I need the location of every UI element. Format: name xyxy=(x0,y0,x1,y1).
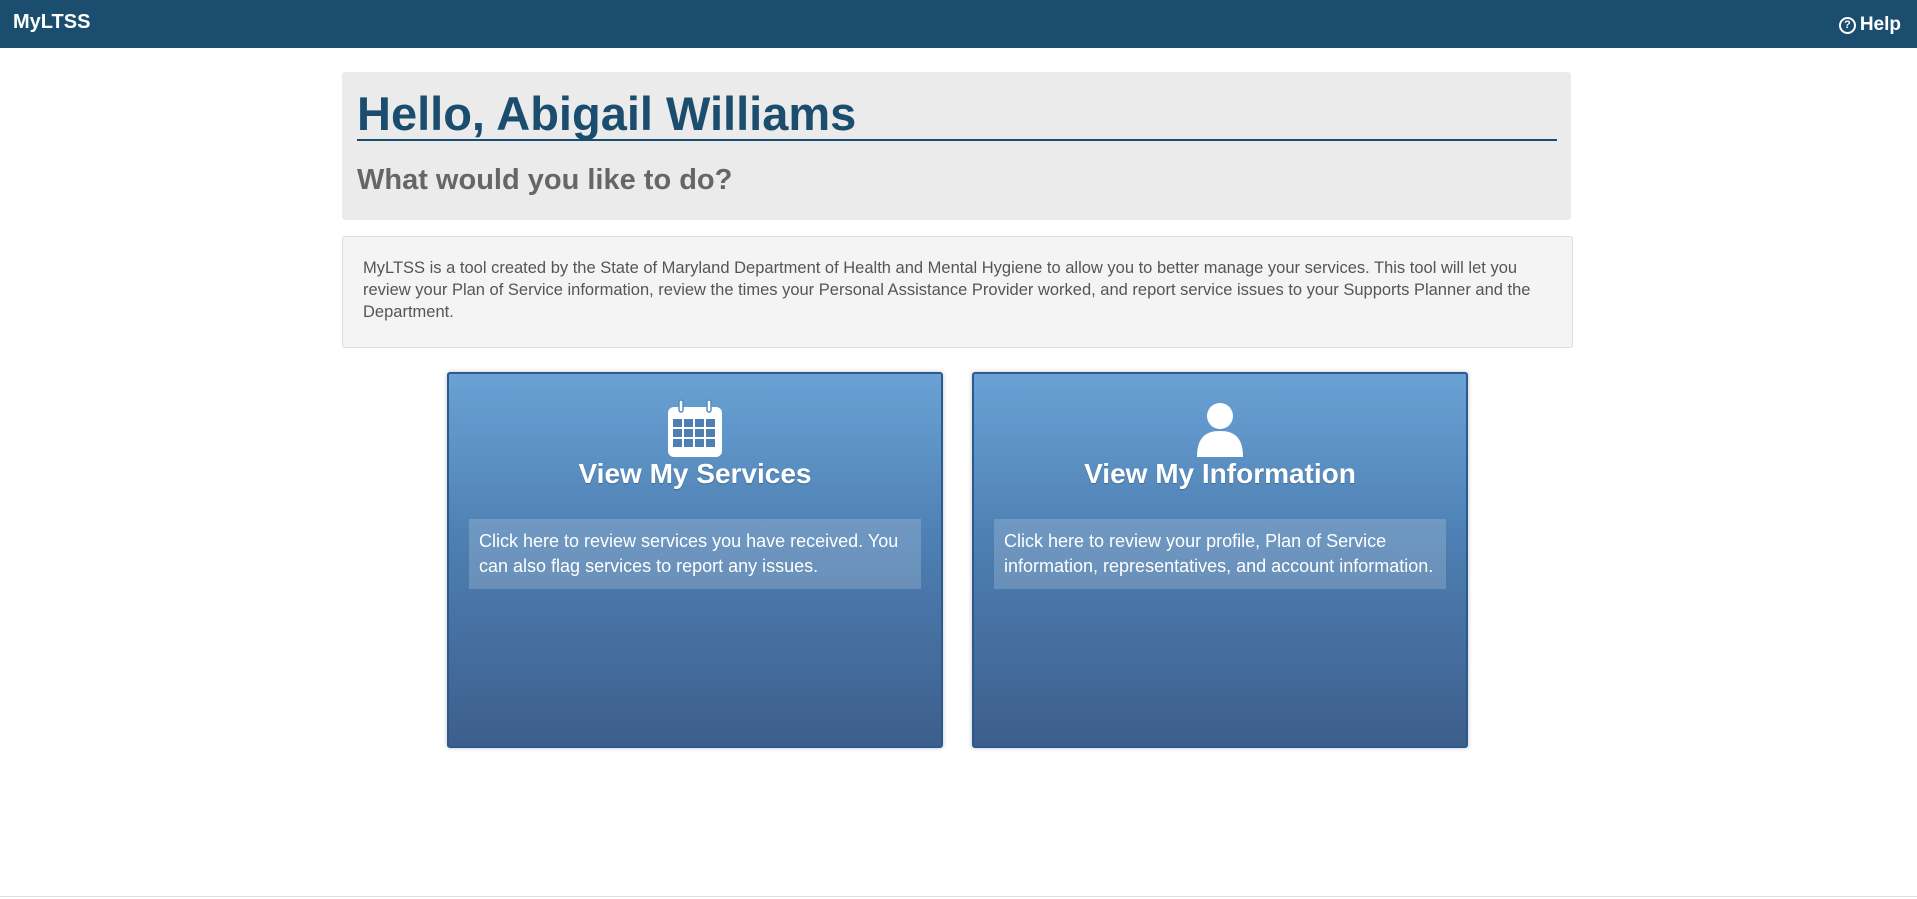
top-navbar: MyLTSS ? Help xyxy=(0,0,1917,48)
greeting-subtitle: What would you like to do? xyxy=(357,164,733,196)
greeting-title: Hello, Abigail Williams xyxy=(357,87,857,140)
card-description: Click here to review your profile, Plan … xyxy=(994,519,1446,589)
card-title: View My Information xyxy=(1084,458,1356,489)
calendar-icon xyxy=(668,399,722,457)
question-circle-icon: ? xyxy=(1838,16,1856,34)
help-label: Help xyxy=(1859,14,1901,35)
footer-divider xyxy=(0,896,1917,897)
help-link[interactable]: ? Help xyxy=(1838,14,1901,36)
user-icon xyxy=(1197,403,1243,457)
card-description: Click here to review services you have r… xyxy=(469,519,921,589)
intro-description: MyLTSS is a tool created by the State of… xyxy=(342,236,1573,348)
card-title: View My Services xyxy=(578,458,812,489)
greeting-panel: Hello, Abigail Williams What would you l… xyxy=(342,72,1571,220)
view-my-services-card[interactable]: View My Services Click here to review se… xyxy=(447,372,943,748)
view-my-information-card[interactable]: View My Information Click here to review… xyxy=(972,372,1468,748)
greeting-divider xyxy=(357,139,1557,141)
brand-link[interactable]: MyLTSS xyxy=(13,11,90,34)
